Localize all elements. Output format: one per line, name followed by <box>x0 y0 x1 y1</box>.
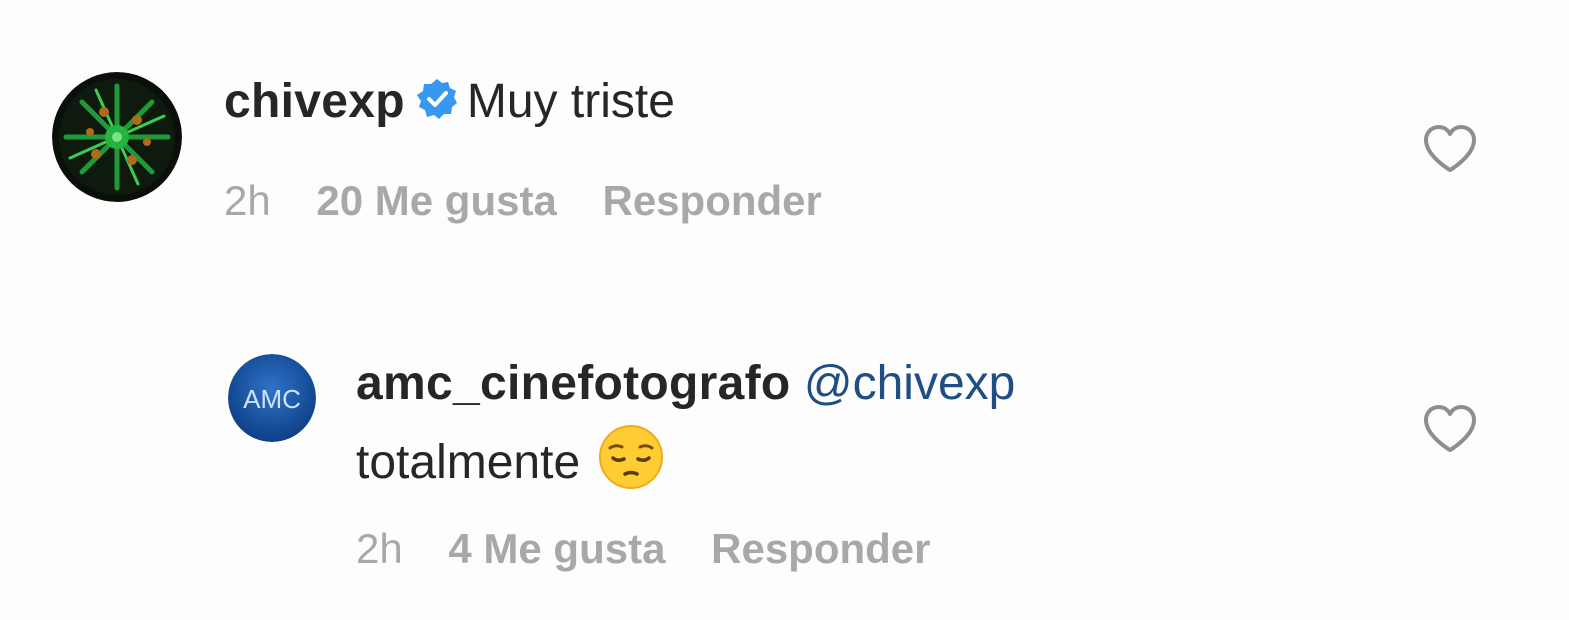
timestamp[interactable]: 2h <box>356 525 403 572</box>
comment-line-2: totalmente <box>356 424 664 503</box>
comment-amc-cinefotografo: AMC amc_cinefotografo @chivexp totalment… <box>0 300 1569 600</box>
timestamp[interactable]: 2h <box>224 177 271 224</box>
username[interactable]: chivexp <box>224 75 405 128</box>
comment-meta: 2h 4 Me gusta Responder <box>356 524 931 574</box>
reply-button[interactable]: Responder <box>602 177 821 224</box>
comment-line: amc_cinefotografo @chivexp <box>356 356 1015 412</box>
avatar-label: AMC <box>243 384 301 414</box>
mention-link[interactable]: @chivexp <box>804 357 1015 410</box>
username[interactable]: amc_cinefotografo <box>356 357 791 410</box>
pensive-face-icon <box>598 424 664 503</box>
likes-count[interactable]: 4 Me gusta <box>448 525 665 572</box>
likes-count[interactable]: 20 Me gusta <box>316 177 556 224</box>
avatar[interactable]: AMC <box>228 354 316 442</box>
comment-line: chivexp Muy triste <box>224 74 675 134</box>
heart-icon[interactable] <box>1422 404 1478 454</box>
heart-icon[interactable] <box>1422 124 1478 174</box>
comment-text: totalmente <box>356 436 581 489</box>
reply-button[interactable]: Responder <box>711 525 930 572</box>
verified-badge-icon <box>415 77 459 134</box>
comment-meta: 2h 20 Me gusta Responder <box>224 176 822 226</box>
avatar[interactable] <box>52 72 182 202</box>
comment-text: Muy triste <box>466 75 675 128</box>
green-starburst-avatar-icon <box>52 72 182 202</box>
comment-chivexp: chivexp Muy triste 2h 20 Me gusta Respon… <box>0 0 1569 260</box>
